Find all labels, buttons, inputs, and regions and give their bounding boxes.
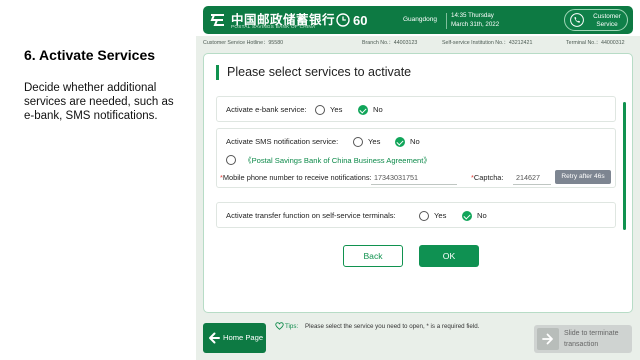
slide-to-terminate-button[interactable]: Slide to terminate transaction (534, 325, 632, 353)
phone-icon (570, 13, 584, 27)
back-button[interactable]: Back (343, 245, 403, 267)
home-page-label: Home Page (223, 333, 264, 342)
clock-icon (336, 13, 350, 27)
sms-section: Activate SMS notification service: Yes N… (216, 128, 616, 188)
heart-icon (275, 322, 284, 330)
region-label: Guangdong (403, 16, 437, 23)
step-description: Decide whether additional services are n… (24, 82, 174, 122)
service-selection-card: Please select services to activate Activ… (203, 53, 633, 313)
title-accent (216, 65, 219, 80)
captcha-input[interactable] (513, 170, 551, 185)
captcha-label-text: Captcha: (473, 173, 504, 182)
ebank-no-radio[interactable] (358, 105, 368, 115)
captcha-field-label: *Captcha: (471, 173, 503, 182)
brand-name-en: POSTAL SAVINGS BANK OF CHINA (231, 24, 316, 29)
current-date: March 31th, 2022 (451, 21, 500, 28)
transfer-section: Activate transfer function on self-servi… (216, 202, 616, 228)
transfer-question: Activate transfer function on self-servi… (226, 211, 396, 220)
arrow-right-icon (542, 333, 553, 345)
ok-button[interactable]: OK (419, 245, 479, 267)
phone-label-text: Mobile phone number to receive notificat… (222, 173, 372, 182)
terminal-info: Terminal No.：44000312 (566, 40, 625, 46)
info-bar: Customer Service Hotline：95580 Branch No… (196, 36, 640, 47)
arrow-left-icon (209, 332, 220, 344)
current-time: 14:35 Thursday (451, 12, 494, 19)
slide-handle[interactable] (537, 328, 559, 350)
phone-field-label: *Mobile phone number to receive notifica… (220, 173, 372, 182)
customer-service-label: Customer Service (593, 13, 621, 28)
top-bar: 中国邮政储蓄银行 POSTAL SAVINGS BANK OF CHINA 60… (196, 0, 640, 36)
sms-yes-radio[interactable] (353, 137, 363, 147)
phone-input[interactable] (371, 170, 457, 185)
countdown-value: 60 (353, 12, 368, 28)
sms-no-radio[interactable] (395, 137, 405, 147)
transfer-no-label[interactable]: No (477, 211, 487, 220)
divider (446, 13, 447, 29)
agreement-radio[interactable] (226, 155, 236, 165)
slide-to-terminate-label: Slide to terminate transaction (564, 330, 619, 348)
step-title: 6. Activate Services (24, 47, 156, 63)
sms-yes-label[interactable]: Yes (368, 137, 380, 146)
sms-no-label[interactable]: No (410, 137, 420, 146)
brand-header: 中国邮政储蓄银行 POSTAL SAVINGS BANK OF CHINA 60… (203, 6, 633, 34)
retry-captcha-button[interactable]: Retry after 46s (555, 170, 611, 184)
postal-savings-logo-icon (210, 14, 224, 26)
kiosk-screen: 中国邮政储蓄银行 POSTAL SAVINGS BANK OF CHINA 60… (196, 0, 640, 360)
scrollbar-thumb[interactable] (623, 102, 626, 230)
scrollbar[interactable] (623, 102, 626, 230)
customer-service-button[interactable]: Customer Service (564, 9, 628, 31)
guide-panel: 6. Activate Services Decide whether addi… (0, 0, 196, 360)
ebank-yes-label[interactable]: Yes (330, 105, 342, 114)
sms-question: Activate SMS notification service: (226, 137, 339, 146)
transfer-no-radio[interactable] (462, 211, 472, 221)
transfer-yes-label[interactable]: Yes (434, 211, 446, 220)
ebank-question: Activate e-bank service: (226, 105, 307, 114)
branch-info: Branch No.：44003123 (362, 40, 418, 46)
transfer-yes-radio[interactable] (419, 211, 429, 221)
hotline-info: Customer Service Hotline：95580 (203, 40, 284, 46)
countdown-timer: 60 (336, 11, 367, 29)
tips-text: Please select the service you need to op… (305, 323, 480, 330)
ebank-no-label[interactable]: No (373, 105, 383, 114)
page-title: Please select services to activate (227, 65, 412, 79)
ebank-yes-radio[interactable] (315, 105, 325, 115)
ebank-section: Activate e-bank service: Yes No (216, 96, 616, 122)
home-page-button[interactable]: Home Page (203, 323, 266, 353)
agreement-link[interactable]: 《Postal Savings Bank of China Business A… (244, 155, 431, 166)
institution-info: Self-service Institution No.：43212421 (442, 40, 533, 46)
tips-label: Tips: (285, 323, 299, 330)
